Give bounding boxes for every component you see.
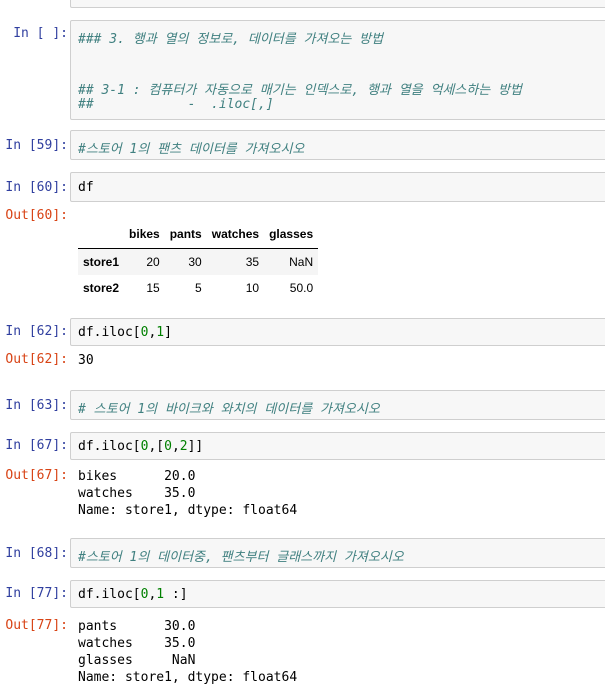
input-prompt: In [63]: <box>5 398 68 413</box>
table-header: pants <box>164 220 207 249</box>
code-line: # 스토어 1의 바이크와 와치의 데이터를 가져오시오 <box>78 402 380 417</box>
code-line: ### 3. 행과 열의 정보로, 데이터를 가져오는 방법 <box>78 32 384 47</box>
output-prompt: Out[67]: <box>5 468 68 483</box>
code-line: ## - .iloc[,] <box>78 97 274 112</box>
output-prompt: Out[62]: <box>5 352 68 367</box>
cell-input[interactable]: #스토어 1의 데이터중, 팬츠부터 글래스까지 가져오시오 <box>70 538 605 568</box>
code-cell-c3: In [62]: df.iloc[0,1] Out[62]: 30 <box>0 318 605 373</box>
cell-input[interactable]: #스토어 1의 팬츠 데이터를 가져오시오 <box>70 130 605 160</box>
code-line: df <box>78 180 94 195</box>
table-cell: 20 <box>146 255 160 269</box>
table-row: store2 15 5 10 50.0 <box>78 275 318 301</box>
cell-output: 30 <box>78 353 94 368</box>
input-prompt: In [77]: <box>5 586 68 601</box>
code-cell-c4: In [63]: # 스토어 1의 바이크와 와치의 데이터를 가져오시오 <box>0 390 605 420</box>
table-row: store1 20 30 35 NaN <box>78 248 319 275</box>
table-cell: NaN <box>289 255 314 269</box>
table-cell: 15 <box>146 281 160 295</box>
output-prompt: Out[60]: <box>5 208 68 223</box>
code-cell-c7: In [77]: df.iloc[0,1 :] Out[77]: pants 3… <box>0 580 605 695</box>
table-cell: 35 <box>245 255 260 269</box>
table-cell: 30 <box>188 255 202 269</box>
cell-output: pants 30.0 watches 35.0 glasses NaN Name… <box>78 619 298 685</box>
input-prompt: In [67]: <box>5 438 68 453</box>
cell-input[interactable]: df.iloc[0,[0,2]] <box>70 432 605 460</box>
table-cell: 10 <box>245 281 260 295</box>
table-header: bikes <box>124 220 165 249</box>
cell-input[interactable]: df.iloc[0,1] <box>70 318 605 346</box>
table-header <box>78 220 125 249</box>
code-line: ## 3-1 : 컴퓨터가 자동으로 매기는 인덱스로, 행과 열을 억세스하는… <box>78 83 523 98</box>
output-prompt: Out[77]: <box>5 618 68 633</box>
code-cell-c6: In [68]: #스토어 1의 데이터중, 팬츠부터 글래스까지 가져오시오 <box>0 538 605 568</box>
table-header-row: bikes pants watches glasses <box>78 220 319 249</box>
input-prompt: In [60]: <box>5 180 68 195</box>
code-cell-c0: In [ ]: ### 3. 행과 열의 정보로, 데이터를 가져오는 방법 #… <box>0 20 605 120</box>
cell-input[interactable]: df.iloc[0,1 :] <box>70 580 605 608</box>
code-cell-c2: In [60]: df Out[60]: bikes pants watches… <box>0 172 605 302</box>
code-cell-c1: In [59]: #스토어 1의 팬츠 데이터를 가져오시오 <box>0 130 605 160</box>
dataframe-table: bikes pants watches glasses store1 20 30… <box>78 220 319 301</box>
cell-input[interactable]: # 스토어 1의 바이크와 와치의 데이터를 가져오시오 <box>70 390 605 420</box>
cell-input[interactable]: ### 3. 행과 열의 정보로, 데이터를 가져오는 방법 ## 3-1 : … <box>70 20 605 120</box>
table-cell: 5 <box>195 281 202 295</box>
cell-input[interactable]: df <box>70 172 605 202</box>
code-line: #스토어 1의 팬츠 데이터를 가져오시오 <box>78 142 305 157</box>
code-cell-c5: In [67]: df.iloc[0,[0,2]] Out[67]: bikes… <box>0 432 605 522</box>
cell-output: bikes 20.0 watches 35.0 Name: store1, dt… <box>78 469 298 518</box>
code-line: df.iloc[0,[0,2]] <box>78 439 204 454</box>
code-line: #스토어 1의 데이터중, 팬츠부터 글래스까지 가져오시오 <box>78 550 404 565</box>
input-prompt: In [68]: <box>5 546 68 561</box>
table-header: glasses <box>264 220 319 249</box>
table-header: watches <box>206 220 265 249</box>
table-index: store1 <box>83 255 120 269</box>
previous-cell-input[interactable] <box>70 0 605 8</box>
input-prompt: In [59]: <box>5 138 68 153</box>
table-index: store2 <box>83 281 120 295</box>
code-line: df.iloc[0,1 :] <box>78 587 188 602</box>
code-line: df.iloc[0,1] <box>78 325 172 340</box>
input-prompt: In [62]: <box>5 324 68 339</box>
table-cell: 50.0 <box>289 281 314 295</box>
input-prompt: In [ ]: <box>13 26 68 41</box>
